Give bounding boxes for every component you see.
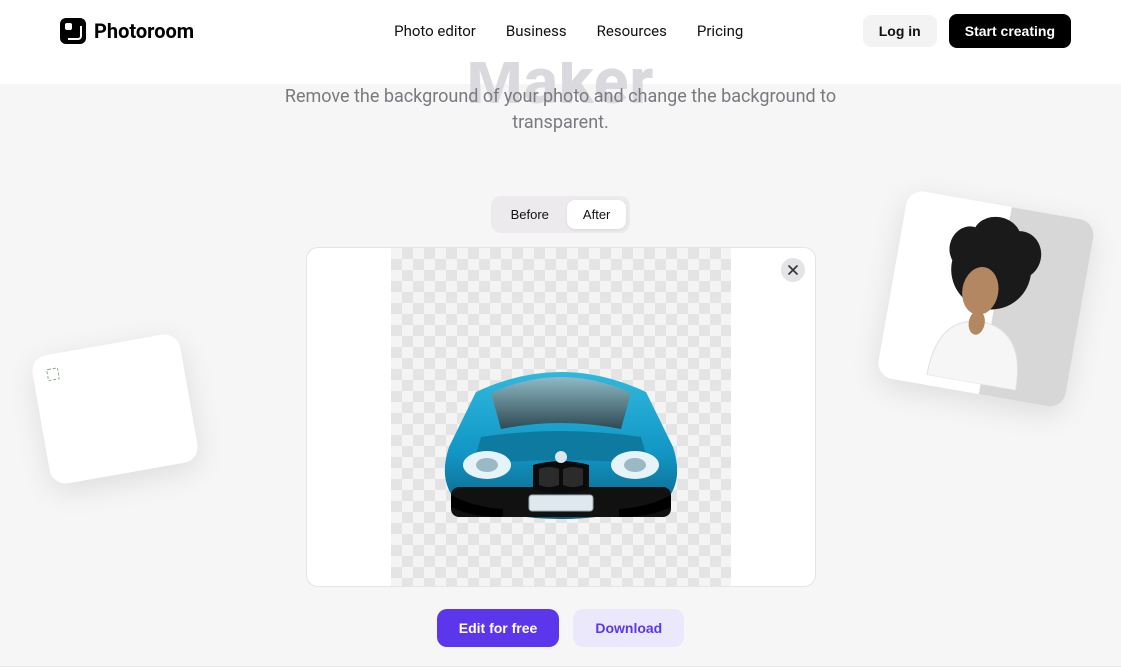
login-button[interactable]: Log in	[863, 15, 937, 47]
download-button[interactable]: Download	[573, 609, 684, 647]
nav-pricing[interactable]: Pricing	[697, 22, 743, 40]
car-cutout-image	[421, 337, 701, 537]
brand-logo-icon	[60, 18, 86, 44]
nav-business[interactable]: Business	[506, 22, 567, 40]
nav-photo-editor[interactable]: Photo editor	[394, 22, 476, 40]
portrait-icon	[897, 202, 1074, 395]
preview-panel	[306, 247, 816, 587]
toggle-before-button[interactable]: Before	[495, 200, 565, 229]
close-preview-button[interactable]	[781, 258, 805, 282]
page-content: Maker Remove the background of your phot…	[0, 84, 1121, 667]
hero-subtitle: Remove the background of your photo and …	[281, 84, 841, 136]
main-nav: Photo editor Business Resources Pricing	[394, 22, 743, 40]
decorative-card-left	[30, 332, 200, 486]
bottom-actions: Edit for free Download	[0, 609, 1121, 647]
brand-logo[interactable]: Photoroom	[60, 18, 194, 44]
decorative-card-right-bg	[876, 189, 1096, 409]
edit-for-free-button[interactable]: Edit for free	[437, 609, 560, 647]
brand-name: Photoroom	[94, 19, 194, 43]
start-creating-button[interactable]: Start creating	[949, 14, 1071, 48]
header-actions: Log in Start creating	[863, 14, 1071, 48]
decorative-card-right	[876, 189, 1096, 409]
header: Photoroom Photo editor Business Resource…	[0, 0, 1121, 62]
close-icon	[788, 265, 798, 275]
nav-resources[interactable]: Resources	[597, 22, 667, 40]
toggle-after-button[interactable]: After	[567, 200, 626, 229]
before-after-toggle: Before After	[491, 196, 631, 233]
